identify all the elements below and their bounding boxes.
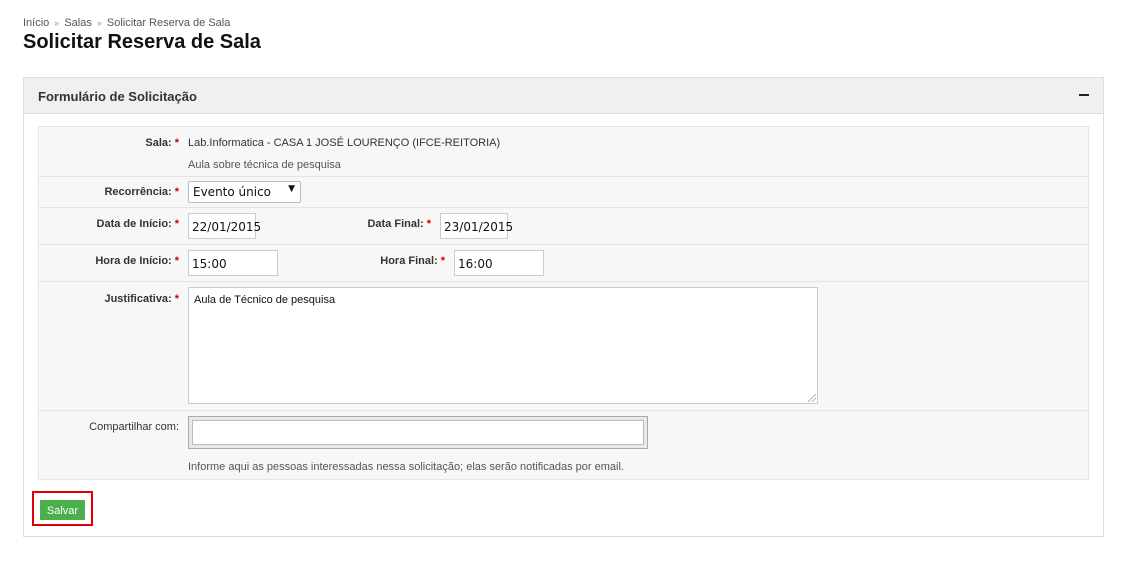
recorrencia-label: Recorrência: * [104,186,179,198]
row-compartilhar: Compartilhar com: Informe aqui as pessoa… [39,411,1088,479]
collapse-icon[interactable] [1079,94,1089,96]
resize-grip-icon[interactable] [808,394,816,402]
row-recorrencia: Recorrência: * Evento único ▼ [39,177,1088,208]
dropdown-arrow-icon: ▼ [288,184,295,194]
breadcrumb-separator: » [96,18,102,28]
data-final-input[interactable]: 23/01/2015 [440,213,513,239]
required-marker: * [174,293,179,305]
row-horas: Hora de Início: * 15:00 Hora Final: * 16:0… [39,245,1088,282]
required-marker: * [426,218,431,230]
breadcrumb-separator: » [54,18,60,28]
required-marker: * [174,186,179,198]
data-inicio-label: Data de Início: * [96,218,179,230]
required-marker: * [174,218,179,230]
save-button[interactable]: Salvar [40,500,85,520]
hora-final-label: Hora Final: * [380,255,445,267]
page-title: Solicitar Reserva de Sala [23,31,261,53]
required-marker: * [174,255,179,267]
compartilhar-field [188,416,648,449]
recorrencia-select[interactable]: Evento único ▼ [188,181,301,203]
hora-final-input[interactable]: 16:00 [454,250,544,276]
row-sala: Sala: * Lab.Informatica - CASA 1 JOSÉ LOU… [39,127,1088,177]
required-marker: * [174,137,179,149]
breadcrumb-salas-link[interactable]: Salas [64,17,92,29]
breadcrumb: Início » Salas » Solicitar Reserva de Sala [23,17,230,29]
breadcrumb-home-link[interactable]: Início [23,17,49,29]
recorrencia-selected-value: Evento único [193,185,272,199]
justificativa-text: Aula de Técnico de pesquisa [194,294,336,306]
data-inicio-input[interactable]: 22/01/2015 [188,213,261,239]
required-marker: * [440,255,445,267]
sala-value: Lab.Informatica - CASA 1 JOSÉ LOURENÇO (… [188,137,501,149]
justificativa-label: Justificativa: * [104,293,179,305]
sala-description: Aula sobre técnica de pesquisa [188,159,341,171]
justificativa-textarea[interactable]: Aula de Técnico de pesquisa [188,287,818,404]
sala-label: Sala: * [145,137,179,149]
row-datas: Data de Início: * 22/01/2015 Data Final: *… [39,208,1088,245]
form-area: Sala: * Lab.Informatica - CASA 1 JOSÉ LOU… [38,126,1089,480]
panel-header: Formulário de Solicitação [24,78,1103,114]
panel-title: Formulário de Solicitação [38,89,197,104]
request-form-panel: Formulário de Solicitação Sala: * Lab.Inf… [23,77,1104,537]
row-justificativa: Justificativa: * Aula de Técnico de pesqu… [39,282,1088,411]
data-final-label: Data Final: * [367,218,431,230]
hora-inicio-label: Hora de Início: * [95,255,179,267]
compartilhar-input[interactable] [192,420,644,445]
save-highlight-box: Salvar [32,491,93,526]
compartilhar-help: Informe aqui as pessoas interessadas nes… [188,461,624,473]
breadcrumb-current: Solicitar Reserva de Sala [106,17,231,29]
compartilhar-label: Compartilhar com: [89,421,179,433]
hora-inicio-input[interactable]: 15:00 [188,250,278,276]
